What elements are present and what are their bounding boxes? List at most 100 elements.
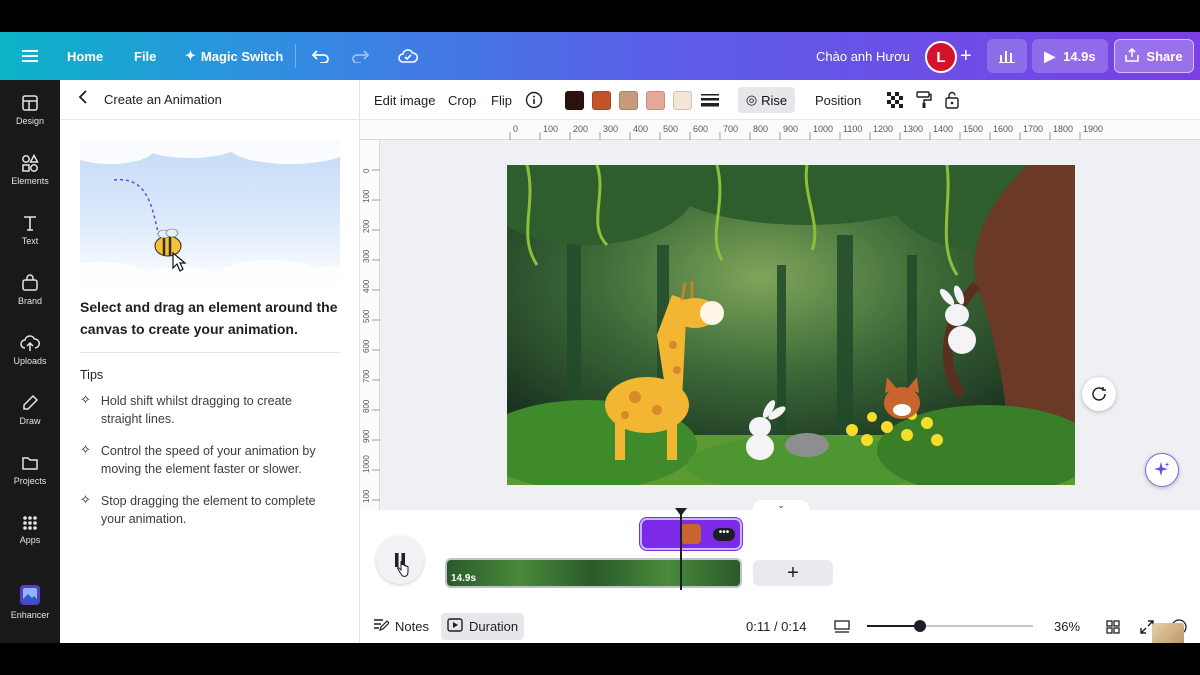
insights-chart-icon[interactable] (987, 39, 1027, 73)
rail-item-projects[interactable]: Projects (0, 442, 60, 498)
share-upload-icon (1125, 47, 1140, 65)
rail-item-label: Design (15, 116, 44, 126)
paint-roller-icon[interactable] (916, 80, 932, 120)
animate-rise-button[interactable]: ◎ Rise (738, 87, 795, 113)
ruler-tick-label: 1600 (993, 124, 1013, 134)
panel-header: Create an Animation (60, 80, 360, 120)
lock-icon[interactable] (945, 80, 959, 120)
ruler-tick-label: 700 (362, 369, 371, 383)
context-toolbar: Edit image Crop Flip ◎ Rise Position (360, 80, 1200, 120)
ruler-tick-label: 500 (362, 309, 371, 323)
rail-item-label: Text (21, 236, 39, 246)
avatar[interactable]: L (925, 41, 957, 73)
top-bar: Home File ✦ Magic Switch Chào anh Hươu L… (0, 32, 1200, 80)
magic-assistant-icon[interactable] (1145, 453, 1179, 487)
ruler-tick-label: 1500 (963, 124, 983, 134)
collapse-timeline-chevron-icon[interactable]: ⌄ (753, 500, 809, 510)
position-button[interactable]: Position (815, 80, 861, 120)
add-page-button[interactable]: + (753, 560, 833, 586)
redo-icon[interactable] (351, 32, 369, 80)
ruler-tick-label: 800 (753, 124, 768, 134)
panel-title: Create an Animation (104, 92, 222, 107)
footer-bar: Notes Duration 0:11 / 0:14 36% ? (360, 610, 1200, 655)
folder-icon (22, 457, 38, 470)
edit-image-button[interactable]: Edit image (374, 80, 435, 120)
share-button[interactable]: Share (1114, 39, 1194, 73)
rail-item-text[interactable]: Text (0, 202, 60, 258)
notes-button[interactable]: Notes (373, 610, 429, 643)
jungle-scene-image (507, 165, 1075, 485)
ruler-tick-label: 1000 (813, 124, 833, 134)
rail-item-uploads[interactable]: Uploads (0, 322, 60, 378)
sparkle-icon: ✧ (80, 392, 91, 407)
color-swatch[interactable] (565, 91, 584, 110)
apps-grid-icon (23, 516, 37, 530)
info-icon[interactable] (525, 80, 543, 120)
ruler-tick-label: 100 (362, 189, 371, 203)
clip-duration: 14.9s (451, 573, 477, 584)
ruler-tick-label: 1200 (873, 124, 893, 134)
crop-button[interactable]: Crop (448, 80, 476, 120)
magic-switch-label: Magic Switch (200, 48, 284, 64)
color-swatch[interactable] (673, 91, 692, 110)
color-swatch[interactable] (619, 91, 638, 110)
rail-item-apps[interactable]: Apps (0, 502, 60, 558)
enhancer-icon (20, 585, 40, 605)
rail-item-enhancer[interactable]: Enhancer (0, 574, 60, 630)
tip-item: ✧ Control the speed of your animation by… (80, 442, 342, 478)
sparkle-icon: ✧ (80, 442, 91, 457)
home-button[interactable]: Home (67, 32, 103, 80)
zoom-slider[interactable] (867, 620, 1033, 632)
canvas-page[interactable] (507, 165, 1075, 485)
border-style-icon[interactable] (701, 80, 719, 120)
color-swatch[interactable] (592, 91, 611, 110)
rail-item-label: Draw (19, 416, 41, 426)
ruler-tick-label: 600 (362, 339, 371, 353)
rail-item-design[interactable]: Design (0, 82, 60, 138)
ruler-tick-label: 0 (513, 124, 518, 134)
time-readout: 0:11 / 0:14 (746, 619, 807, 634)
file-menu-button[interactable]: File (134, 32, 156, 80)
tip-item: ✧ Hold shift whilst dragging to create s… (80, 392, 342, 428)
shapes-icon (22, 154, 39, 172)
left-rail: Design Elements Text Brand Uploads Draw … (0, 80, 60, 643)
duration-icon (447, 618, 463, 635)
ruler-tick-label: 1000 (362, 455, 371, 473)
zoom-slider-knob[interactable] (914, 620, 927, 632)
rail-item-draw[interactable]: Draw (0, 382, 60, 438)
design-title[interactable]: Chào anh Hươu (816, 32, 910, 80)
ruler-tick-label: 300 (362, 249, 371, 263)
ruler-tick-label: 1300 (903, 124, 923, 134)
ruler-tick-label: 100 (543, 124, 558, 134)
color-swatch[interactable] (646, 91, 665, 110)
playhead[interactable] (675, 508, 687, 590)
notes-label: Notes (395, 619, 429, 634)
back-arrow-icon[interactable] (78, 90, 88, 109)
sparkle-icon: ✧ (80, 492, 91, 507)
cloud-saved-icon[interactable] (398, 32, 418, 80)
animation-layer-clip[interactable]: ••• (640, 518, 742, 550)
menu-icon[interactable] (22, 32, 38, 80)
rail-item-label: Enhancer (10, 610, 50, 620)
undo-icon[interactable] (312, 32, 330, 80)
page-view-icon[interactable] (834, 610, 850, 643)
comment-refresh-icon[interactable] (1082, 377, 1116, 411)
magic-switch-button[interactable]: ✦ Magic Switch (185, 32, 283, 80)
rail-item-elements[interactable]: Elements (0, 142, 60, 198)
more-options-icon[interactable]: ••• (713, 528, 735, 541)
plus-icon: + (787, 561, 799, 584)
letterbox-bottom (0, 643, 1200, 675)
zoom-level[interactable]: 36% (1054, 610, 1080, 643)
notes-icon (373, 618, 390, 635)
transparency-icon[interactable] (887, 80, 903, 120)
rail-item-brand[interactable]: Brand (0, 262, 60, 318)
bee-icon (154, 228, 182, 257)
add-collaborator-icon[interactable]: + (960, 32, 972, 80)
page-clip[interactable]: 14.9s (445, 558, 742, 588)
ruler-tick-label: 1700 (1023, 124, 1043, 134)
flip-button[interactable]: Flip (491, 80, 512, 120)
grid-view-icon[interactable] (1106, 610, 1120, 643)
text-icon (24, 216, 36, 231)
present-button[interactable]: ▶ 14.9s (1032, 39, 1108, 73)
duration-button[interactable]: Duration (441, 613, 525, 640)
